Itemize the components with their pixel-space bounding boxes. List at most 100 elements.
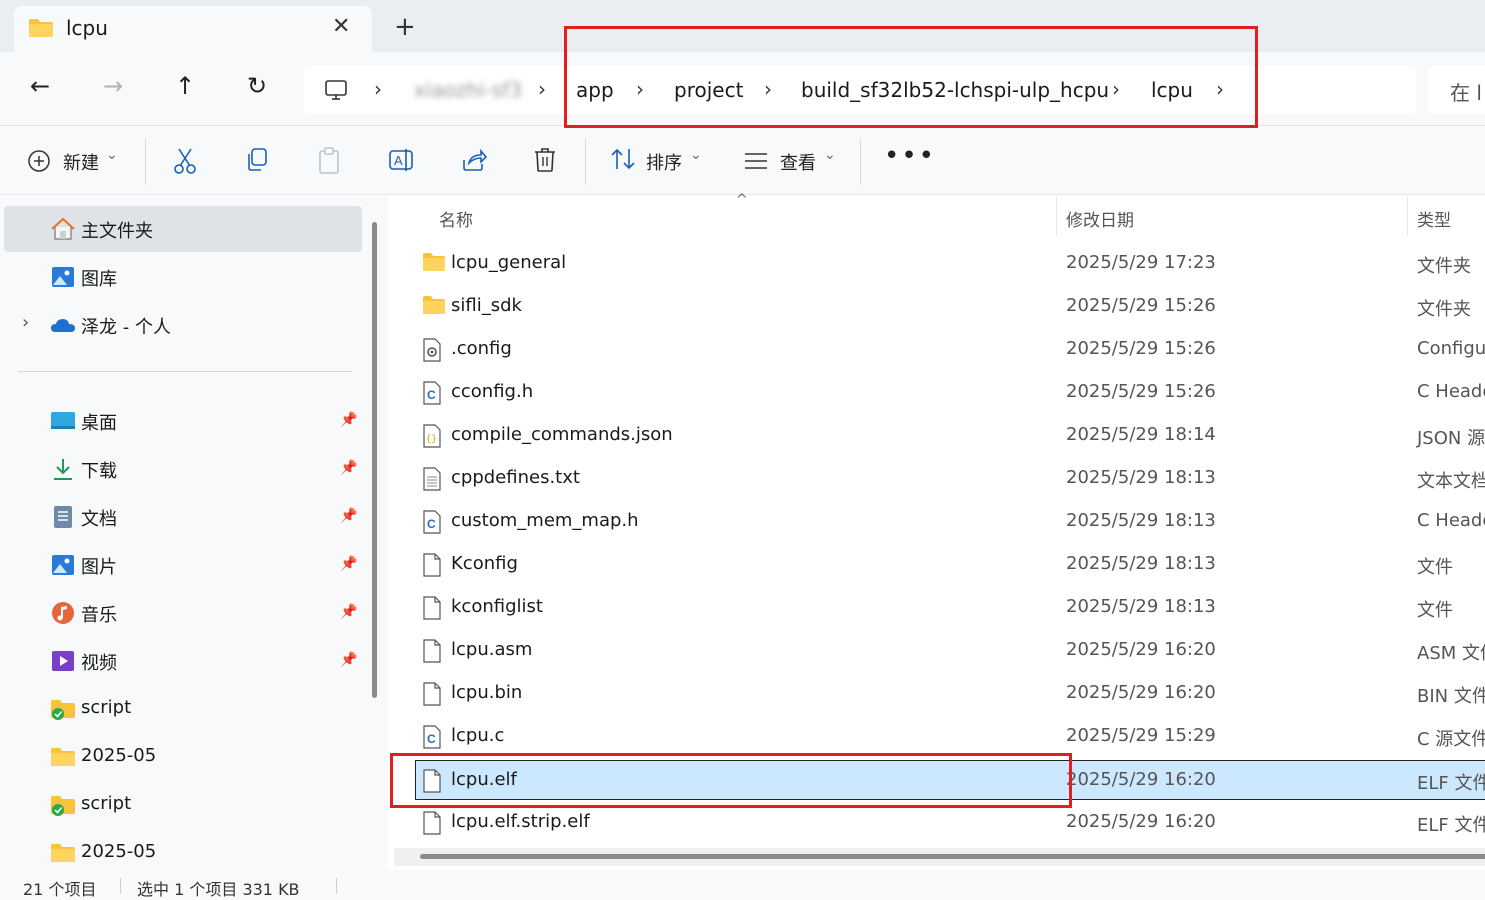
up-button[interactable]: ↑ (175, 72, 195, 100)
sidebar-item-script[interactable]: script (4, 782, 362, 828)
file-type: Configu (1417, 338, 1485, 359)
breadcrumb-blurred[interactable]: xiaozhi-sf3 (414, 78, 522, 102)
file-type: 文件夹 (1417, 256, 1471, 277)
sort-icon[interactable] (610, 147, 636, 171)
sidebar-item-label: 音乐 (81, 605, 117, 626)
close-tab-icon[interactable]: ✕ (332, 14, 350, 39)
sidebar-item-pictures[interactable]: 图片 📌 (4, 542, 362, 588)
rename-icon[interactable]: A (389, 147, 415, 173)
file-row[interactable]: .config 2025/5/29 15:26 Configu (416, 330, 1485, 370)
expand-chevron-icon[interactable]: › (22, 312, 29, 333)
pin-icon[interactable]: 📌 (340, 604, 357, 620)
file-row[interactable]: cppdefines.txt 2025/5/29 18:13 文本文档 (416, 459, 1485, 499)
view-dropdown-icon[interactable]: ⌄ (824, 147, 836, 163)
sidebar-scrollbar[interactable] (372, 222, 377, 698)
toolbar-divider (860, 139, 861, 185)
new-button-label[interactable]: 新建 (63, 149, 99, 175)
svg-text:C: C (427, 517, 436, 531)
more-options-icon[interactable]: ••• (884, 141, 936, 171)
pin-icon[interactable]: 📌 (340, 412, 357, 428)
refresh-button[interactable]: ↻ (247, 72, 267, 100)
sidebar-item-label: 2025-05 (81, 745, 157, 766)
search-box[interactable]: 在 l (1428, 66, 1485, 114)
file-row[interactable]: lcpu.elf 2025/5/29 16:20 ELF 文件 (415, 760, 1485, 800)
file-row[interactable]: Ccustom_mem_map.h 2025/5/29 18:13 C Heade (416, 502, 1485, 542)
new-dropdown-icon[interactable]: ⌄ (106, 147, 118, 163)
this-pc-icon[interactable] (324, 78, 348, 102)
back-button[interactable]: ← (30, 72, 50, 100)
sidebar-item-home[interactable]: 主文件夹 (4, 206, 362, 252)
file-row[interactable]: lcpu_general 2025/5/29 17:23 文件夹 (416, 244, 1485, 284)
column-resize-handle[interactable] (1407, 196, 1408, 236)
config-file-icon (422, 338, 442, 366)
sidebar-item-label: 视频 (81, 653, 117, 674)
file-row[interactable]: lcpu.elf.strip.elf 2025/5/29 16:20 ELF 文件 (416, 803, 1485, 843)
breadcrumb-separator[interactable]: › (1112, 77, 1120, 101)
paste-icon[interactable] (317, 147, 341, 175)
sort-button-label[interactable]: 排序 (646, 149, 682, 175)
file-type: 文本文档 (1417, 471, 1485, 492)
forward-button[interactable]: → (103, 72, 123, 100)
sidebar-item-gallery[interactable]: 图库 (4, 254, 362, 300)
cut-icon[interactable] (173, 147, 197, 175)
pin-icon[interactable]: 📌 (340, 556, 357, 572)
sort-dropdown-icon[interactable]: ⌄ (690, 147, 702, 163)
svg-text:A: A (394, 153, 403, 168)
file-modified-date: 2025/5/29 16:20 (1066, 769, 1216, 790)
sidebar-item-videos[interactable]: 视频 📌 (4, 638, 362, 684)
sidebar-item-music[interactable]: 音乐 📌 (4, 590, 362, 636)
sidebar-item-label: 下载 (81, 461, 117, 482)
file-row[interactable]: Kconfig 2025/5/29 18:13 文件 (416, 545, 1485, 585)
breadcrumb-separator[interactable]: › (1216, 77, 1224, 101)
file-row[interactable]: Clcpu.c 2025/5/29 15:29 C 源文件 (416, 717, 1485, 757)
breadcrumb-build-folder[interactable]: build_sf32lb52-lchspi-ulp_hcpu (801, 78, 1109, 102)
breadcrumb-app[interactable]: app (576, 78, 614, 102)
tab-lcpu[interactable]: lcpu ✕ (14, 6, 372, 52)
column-header-type[interactable]: 类型 (1417, 206, 1451, 231)
file-row[interactable]: lcpu.asm 2025/5/29 16:20 ASM 文件 (416, 631, 1485, 671)
address-bar[interactable]: › xiaozhi-sf3 › app › project › build_sf… (304, 66, 1416, 114)
sidebar-item-desktop[interactable]: 桌面 📌 (4, 398, 362, 444)
view-button-label[interactable]: 查看 (780, 149, 816, 175)
new-tab-button[interactable]: + (394, 12, 416, 42)
pin-icon[interactable]: 📌 (340, 460, 357, 476)
synced-folder-icon (51, 700, 75, 720)
folder-icon (29, 19, 53, 37)
breadcrumb-project[interactable]: project (674, 78, 743, 102)
file-row[interactable]: kconfiglist 2025/5/29 18:13 文件 (416, 588, 1485, 628)
share-icon[interactable] (461, 147, 487, 173)
file-row[interactable]: sifli_sdk 2025/5/29 15:26 文件夹 (416, 287, 1485, 327)
file-name: lcpu.asm (451, 639, 533, 660)
file-row[interactable]: lcpu.bin 2025/5/29 16:20 BIN 文件 (416, 674, 1485, 714)
file-modified-date: 2025/5/29 16:20 (1066, 639, 1216, 660)
file-modified-date: 2025/5/29 17:23 (1066, 252, 1216, 273)
breadcrumb-lcpu[interactable]: lcpu (1151, 78, 1193, 102)
file-row[interactable]: {} compile_commands.json 2025/5/29 18:14 JS… (416, 416, 1485, 456)
file-row[interactable]: Ccconfig.h 2025/5/29 15:26 C Heade (416, 373, 1485, 413)
sidebar-item-onedrive[interactable]: › 泽龙 - 个人 (4, 302, 362, 348)
column-header-modified[interactable]: 修改日期 (1066, 206, 1134, 231)
tab-bar: lcpu ✕ + (0, 0, 1485, 52)
column-header-name[interactable]: 名称 (439, 206, 473, 231)
breadcrumb-separator[interactable]: › (764, 77, 772, 101)
file-name: cconfig.h (451, 381, 534, 402)
pin-icon[interactable]: 📌 (340, 652, 357, 668)
sidebar-item-documents[interactable]: 文档 📌 (4, 494, 362, 540)
sidebar-item-2025-05[interactable]: 2025-05 (4, 734, 362, 780)
json-file-icon: {} (422, 424, 442, 452)
new-plus-icon[interactable] (27, 149, 51, 173)
delete-icon[interactable] (533, 147, 557, 173)
breadcrumb-separator[interactable]: › (374, 77, 382, 101)
copy-icon[interactable] (245, 147, 269, 173)
pin-icon[interactable]: 📌 (340, 508, 357, 524)
sidebar-item-downloads[interactable]: 下载 📌 (4, 446, 362, 492)
view-icon[interactable] (744, 152, 768, 170)
sidebar-item-script[interactable]: script (4, 686, 362, 732)
file-modified-date: 2025/5/29 15:26 (1066, 381, 1216, 402)
column-resize-handle[interactable] (1056, 196, 1057, 236)
file-type: ELF 文件 (1417, 773, 1485, 794)
breadcrumb-separator[interactable]: › (538, 77, 546, 101)
breadcrumb-separator[interactable]: › (636, 77, 644, 101)
horizontal-scrollbar[interactable] (420, 854, 1485, 859)
download-icon (54, 459, 72, 480)
